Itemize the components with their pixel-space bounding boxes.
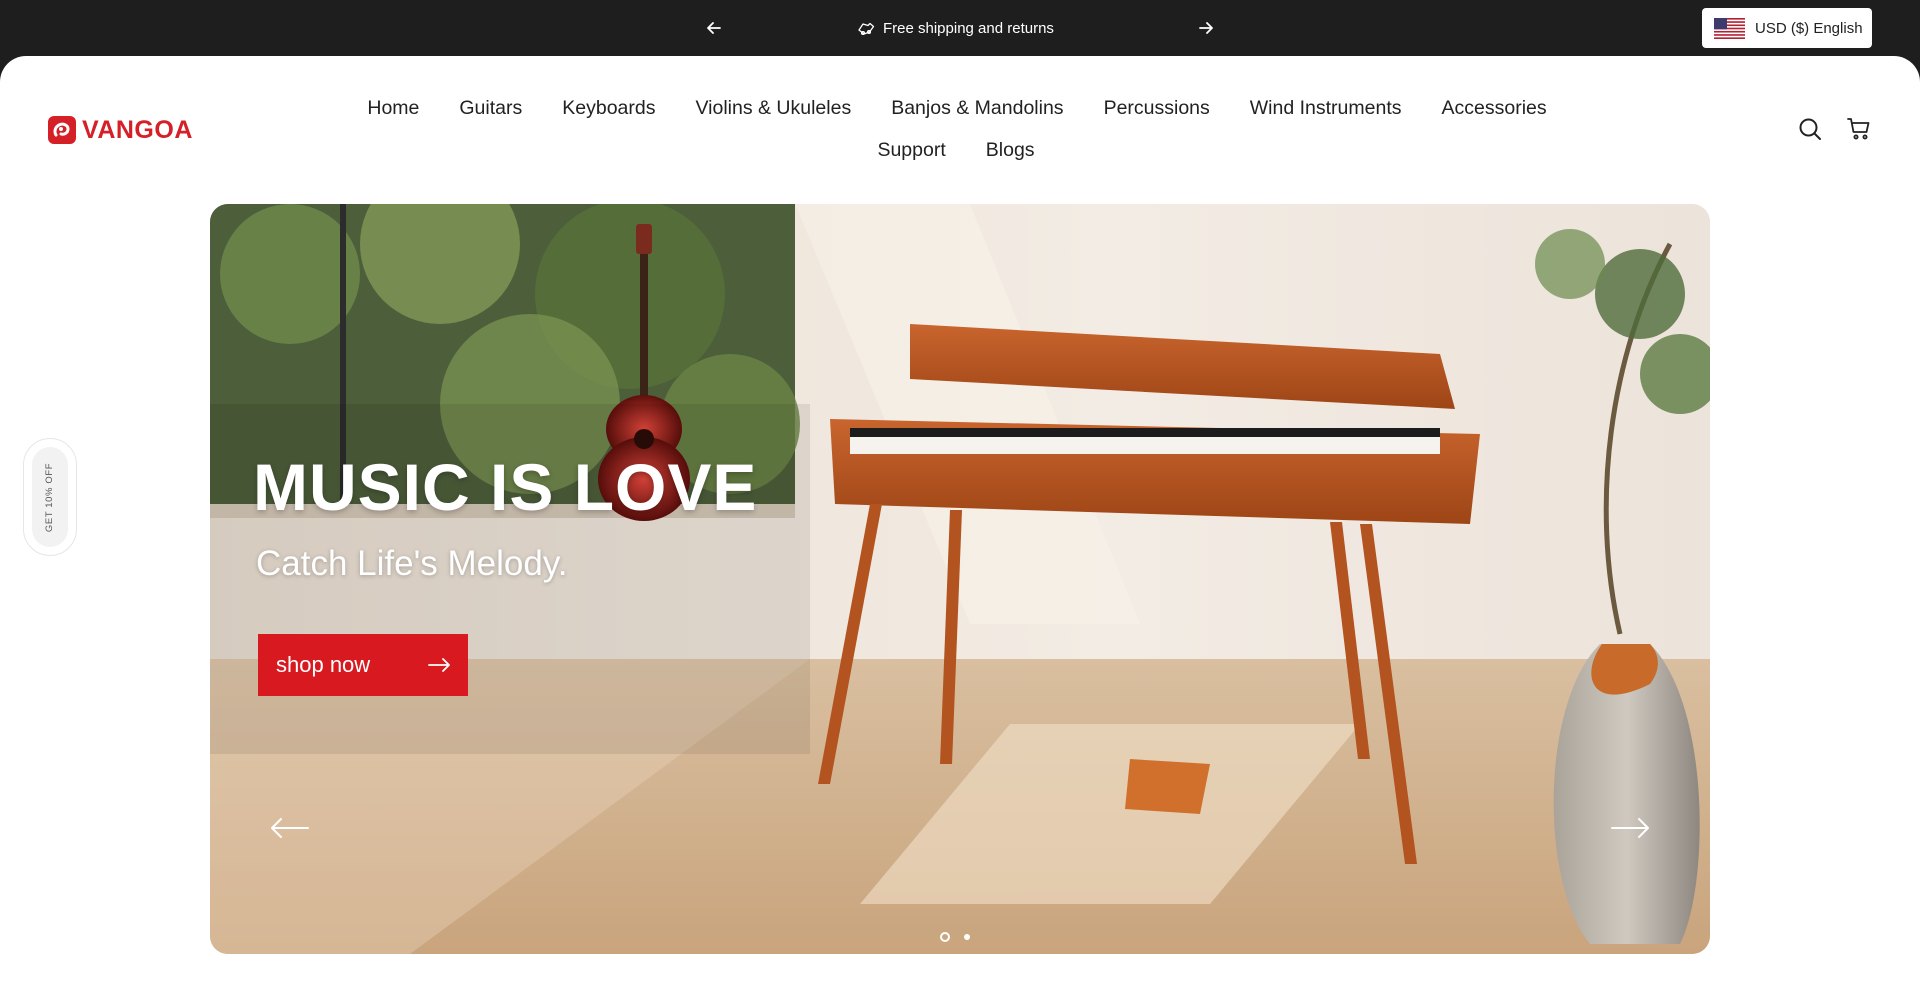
shop-now-label: shop now [276, 652, 371, 677]
nav-banjos-mandolins[interactable]: Banjos & Mandolins [891, 96, 1063, 120]
announcement-message: Free shipping and returns [858, 17, 1054, 39]
arrow-right-icon [1611, 818, 1649, 838]
nav-accessories[interactable]: Accessories [1442, 96, 1547, 120]
announcement-bar: Free shipping and returns USD ($) Englis… [0, 0, 1920, 56]
currency-label: USD ($) English [1755, 19, 1863, 37]
nav-blogs[interactable]: Blogs [986, 138, 1035, 162]
hero-title: MUSIC IS LOVE [253, 450, 758, 524]
arrow-left-icon [271, 818, 309, 838]
search-button[interactable] [1797, 116, 1823, 142]
cart-icon [1847, 118, 1870, 140]
nav-keyboards[interactable]: Keyboards [562, 96, 655, 120]
nav-violins-ukuleles[interactable]: Violins & Ukuleles [695, 96, 851, 120]
arrow-right-icon [1199, 22, 1213, 34]
us-flag-icon [1714, 17, 1745, 39]
hero-next-button[interactable] [1610, 816, 1650, 840]
slide-dot-1[interactable] [940, 932, 950, 942]
nav-support[interactable]: Support [877, 138, 945, 162]
arrow-right-icon [428, 658, 450, 672]
nav-wind-instruments[interactable]: Wind Instruments [1250, 96, 1402, 120]
primary-nav: Home Guitars Keyboards Violins & Ukulele… [0, 96, 1920, 120]
shop-now-button[interactable]: shop now [258, 634, 468, 696]
announcement-prev-button[interactable] [702, 16, 726, 40]
discount-side-tab-inner: GET 10% OFF [32, 447, 68, 547]
truck-icon [858, 22, 875, 35]
discount-side-tab-label: GET 10% OFF [44, 462, 56, 532]
arrow-left-icon [707, 22, 721, 34]
hero-slideshow: MUSIC IS LOVE Catch Life's Melody. shop … [210, 204, 1710, 954]
main-panel: VANGOA Home Guitars Keyboards Violins & … [0, 56, 1920, 993]
slide-dot-2[interactable] [964, 934, 970, 940]
discount-side-tab[interactable]: GET 10% OFF [23, 438, 77, 556]
hero-subtitle: Catch Life's Melody. [256, 544, 568, 583]
search-icon [1799, 118, 1821, 140]
nav-home[interactable]: Home [367, 96, 419, 120]
announcement-text: Free shipping and returns [883, 19, 1054, 37]
hero-prev-button[interactable] [270, 816, 310, 840]
nav-guitars[interactable]: Guitars [459, 96, 522, 120]
nav-percussions[interactable]: Percussions [1104, 96, 1210, 120]
secondary-nav: Support Blogs [0, 138, 1920, 162]
slide-indicators [940, 932, 970, 942]
cart-button[interactable] [1846, 116, 1872, 142]
currency-language-selector[interactable]: USD ($) English [1702, 8, 1872, 48]
announcement-next-button[interactable] [1194, 16, 1218, 40]
